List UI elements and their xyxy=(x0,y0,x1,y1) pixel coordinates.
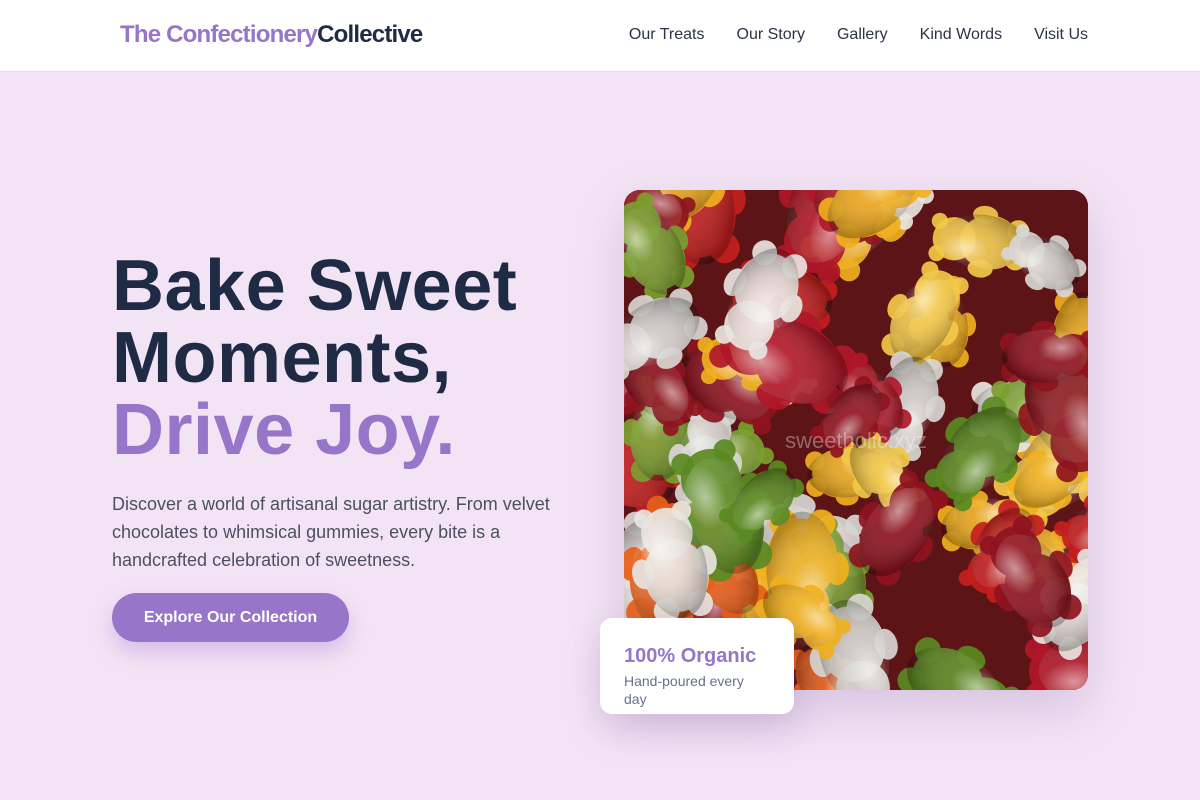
top-navbar: The ConfectioneryCollective Our Treats O… xyxy=(0,0,1200,72)
badge-subtitle: Hand-poured every day xyxy=(624,673,744,707)
nav-link-visit-us[interactable]: Visit Us xyxy=(1034,24,1088,46)
hero-title-line-1: Bake Sweet xyxy=(112,246,518,326)
site-logo[interactable]: The ConfectioneryCollective xyxy=(120,20,423,50)
logo-dark-text: Collective xyxy=(317,21,423,48)
badge-title: 100% Organic xyxy=(624,645,757,667)
nav-link-our-story[interactable]: Our Story xyxy=(737,24,805,46)
gummy-bears-image: sweetholic.xyz xyxy=(624,190,1088,690)
hero-title-line-3: Drive Joy. xyxy=(112,390,456,470)
nav-link-our-treats[interactable]: Our Treats xyxy=(629,24,705,46)
hero-description: Discover a world of artisanal sugar arti… xyxy=(112,494,550,570)
nav-link-kind-words[interactable]: Kind Words xyxy=(920,24,1002,46)
hero-title-line-2: Moments, xyxy=(112,318,453,398)
main-nav: Our Treats Our Story Gallery Kind Words … xyxy=(629,24,1088,46)
logo-accent-text: The Confectionery xyxy=(120,21,318,48)
gummy-bears-illustration: sweetholic.xyz xyxy=(624,190,1088,690)
image-watermark: sweetholic.xyz xyxy=(785,428,927,453)
explore-collection-button[interactable]: Explore Our Collection xyxy=(112,593,349,642)
nav-link-gallery[interactable]: Gallery xyxy=(837,24,888,46)
hero-title: Bake Sweet Moments, Drive Joy. xyxy=(112,250,517,466)
organic-badge: 100% Organic Hand-poured every day xyxy=(600,618,794,714)
